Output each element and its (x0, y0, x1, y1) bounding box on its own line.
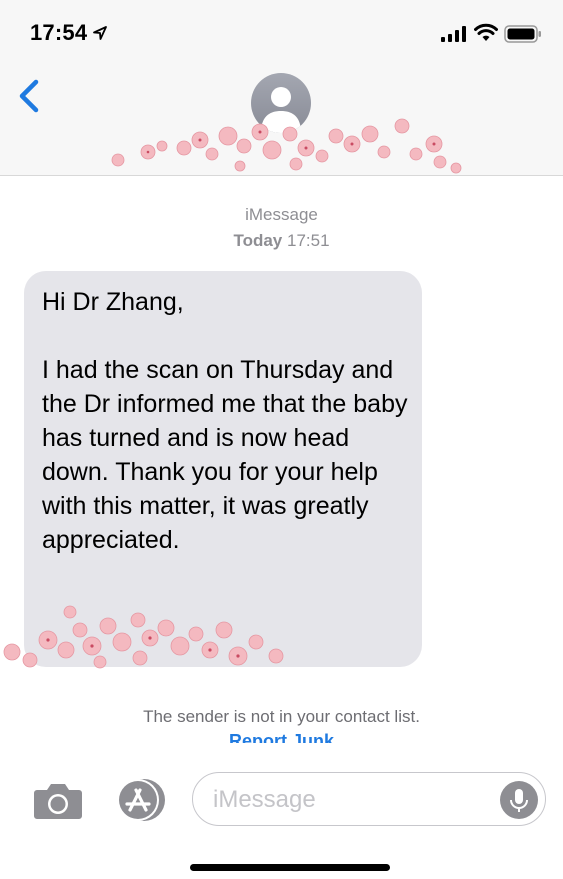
message-service-label: iMessage (245, 205, 318, 224)
conversation-header: 17:54 (0, 0, 563, 176)
battery-icon (504, 25, 541, 43)
back-button[interactable] (14, 78, 44, 114)
message-input-placeholder: iMessage (213, 786, 316, 813)
cherry-blossom-effect (111, 118, 462, 174)
report-junk-link[interactable]: Report Junk (0, 731, 563, 743)
status-bar: 17:54 (0, 0, 563, 60)
location-arrow-icon (93, 26, 107, 40)
message-timestamp: Today 17:51 (0, 231, 563, 251)
microphone-icon[interactable] (500, 781, 538, 819)
timestamp-time: 17:51 (287, 231, 330, 250)
camera-icon[interactable] (33, 780, 83, 820)
cherry-blossom-effect-bubble (3, 605, 284, 669)
unknown-sender-notice: The sender is not in your contact list. (143, 707, 420, 726)
report-junk-clip: Report Junk (0, 731, 563, 743)
message-input[interactable]: iMessage (192, 772, 546, 826)
app-store-icon[interactable] (112, 776, 168, 824)
message-text: Hi Dr Zhang, I had the scan on Thursday … (42, 288, 408, 554)
cellular-signal-icon (441, 26, 466, 42)
wifi-icon (474, 23, 498, 41)
home-indicator[interactable] (190, 864, 390, 871)
timestamp-day: Today (233, 231, 283, 250)
status-time: 17:54 (30, 20, 88, 45)
